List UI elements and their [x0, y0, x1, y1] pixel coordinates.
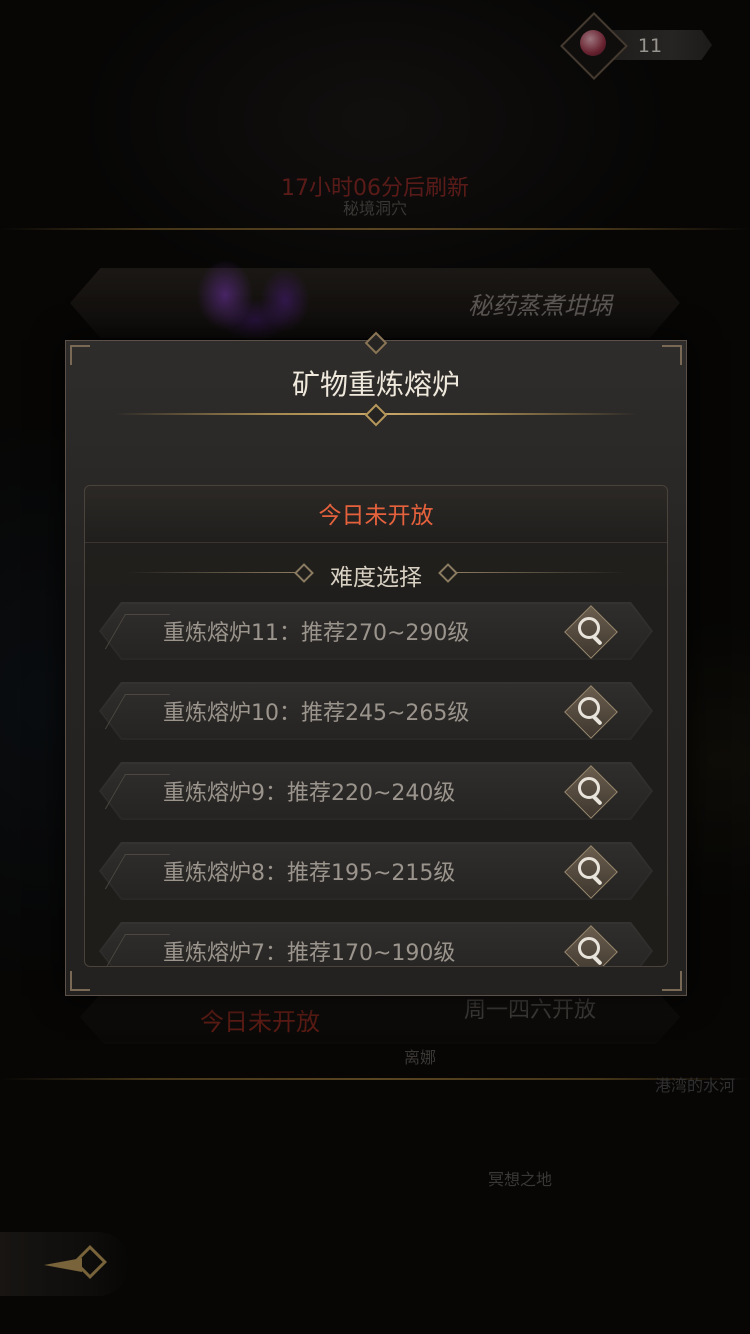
difficulty-panel: 今日未开放 难度选择 重炼熔炉11：推荐270~290级 重炼熔炉10：推荐24…: [84, 485, 668, 967]
difficulty-row[interactable]: 重炼熔炉7：推荐170~190级: [99, 922, 653, 966]
difficulty-label: 重炼熔炉11：推荐270~290级: [163, 621, 470, 646]
corner-ornament: [70, 345, 90, 365]
furnace-modal: 矿物重炼熔炉 今日未开放 难度选择 重炼熔炉11：推荐270~290级 重炼熔炉…: [65, 331, 687, 996]
magnifier-icon: [578, 937, 600, 959]
magnifier-icon: [578, 777, 600, 799]
difficulty-row[interactable]: 重炼熔炉10：推荐245~265级: [99, 682, 653, 740]
status-bar: 今日未开放: [85, 486, 667, 543]
inspect-button[interactable]: [564, 845, 618, 899]
section-title: 难度选择: [330, 565, 422, 591]
difficulty-label: 重炼熔炉7：推荐170~190级: [163, 941, 456, 966]
modal-title: 矿物重炼熔炉: [291, 368, 460, 401]
inspect-button[interactable]: [564, 765, 618, 819]
magnifier-icon: [578, 617, 600, 639]
corner-ornament: [662, 971, 682, 991]
section-header: 难度选择: [85, 556, 667, 592]
difficulty-label: 重炼熔炉10：推荐245~265级: [163, 701, 470, 726]
inspect-button[interactable]: [564, 605, 618, 659]
difficulty-row[interactable]: 重炼熔炉9：推荐220~240级: [99, 762, 653, 820]
inspect-button[interactable]: [564, 925, 618, 966]
diamond-ornament: [364, 403, 388, 427]
magnifier-icon: [578, 857, 600, 879]
difficulty-label: 重炼熔炉8：推荐195~215级: [163, 861, 456, 886]
status-text: 今日未开放: [318, 503, 434, 529]
corner-ornament: [662, 345, 682, 365]
corner-ornament: [70, 971, 90, 991]
magnifier-icon: [578, 697, 600, 719]
section-line: [457, 572, 627, 573]
difficulty-label: 重炼熔炉9：推荐220~240级: [163, 781, 456, 806]
difficulty-row[interactable]: 重炼熔炉11：推荐270~290级: [99, 602, 653, 660]
difficulty-row[interactable]: 重炼熔炉8：推荐195~215级: [99, 842, 653, 900]
inspect-button[interactable]: [564, 685, 618, 739]
